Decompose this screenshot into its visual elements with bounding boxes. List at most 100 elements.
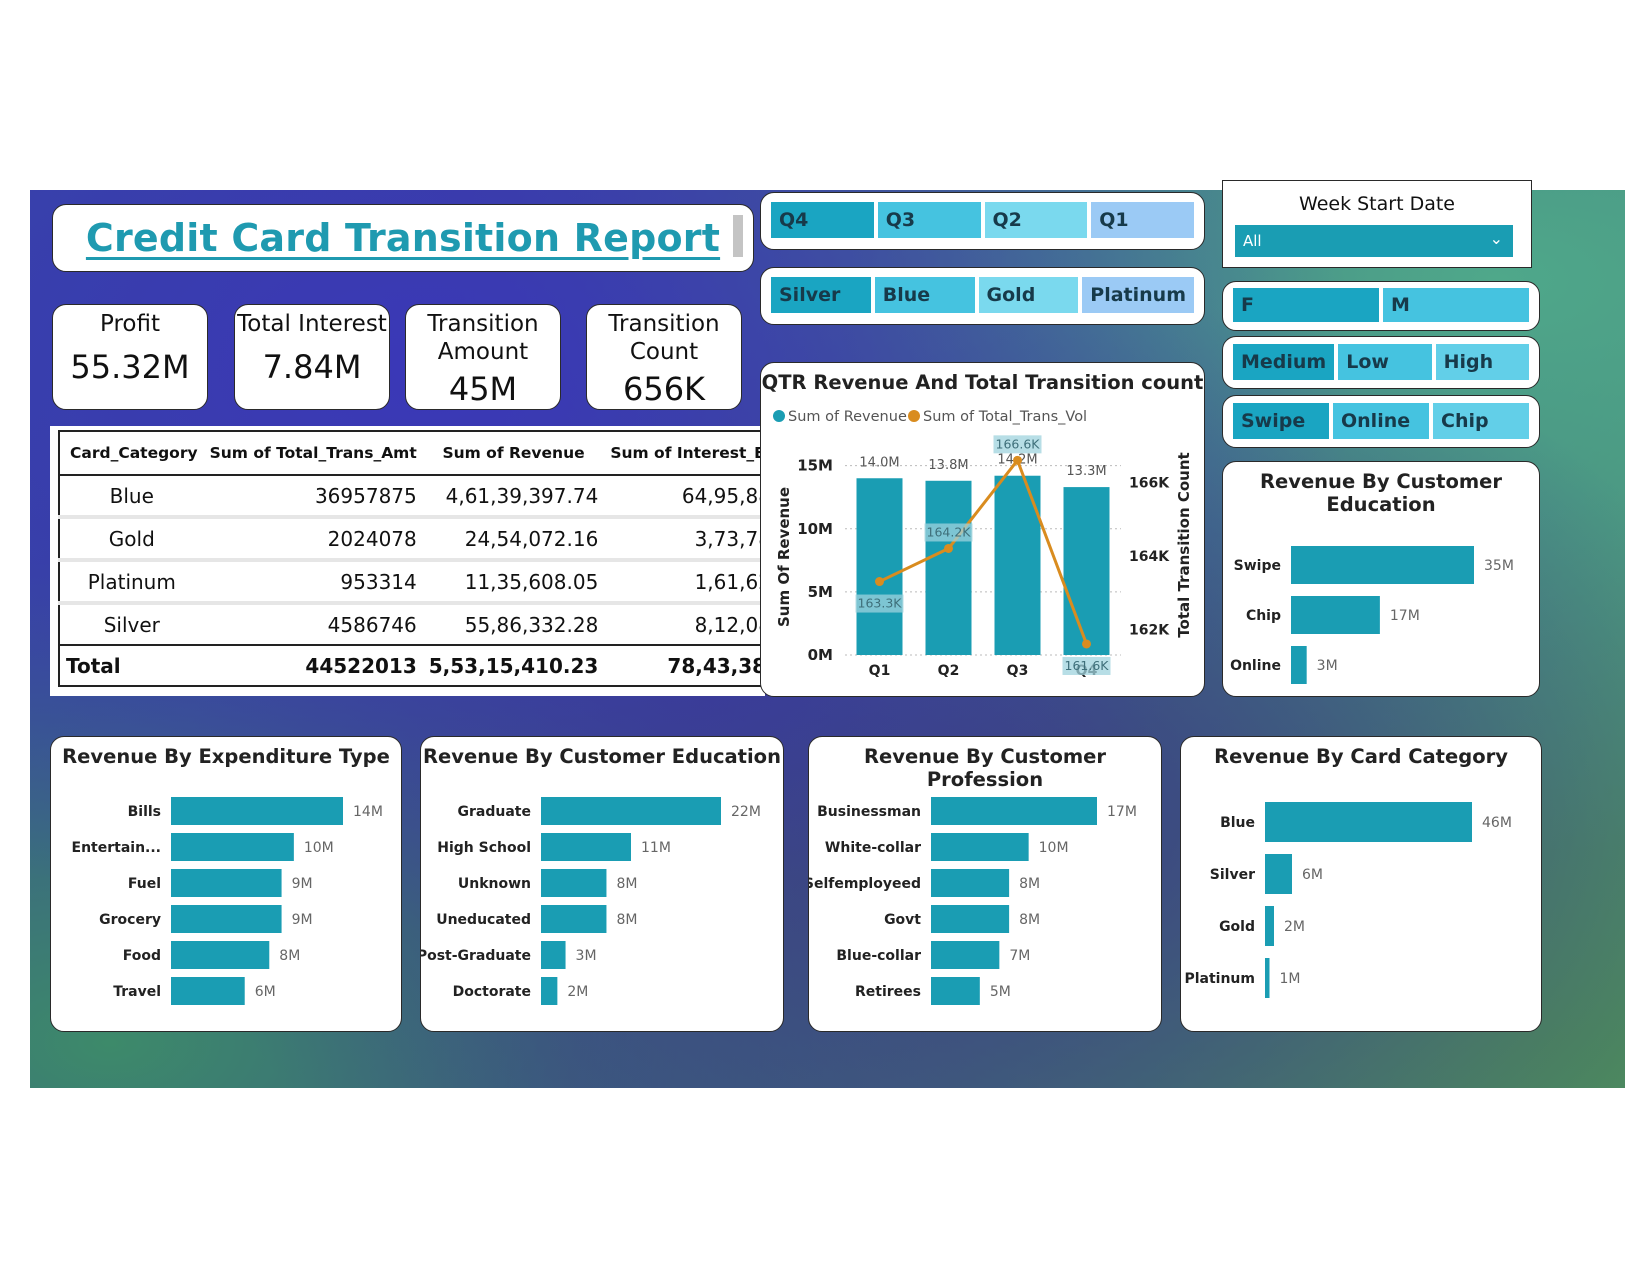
revenue-by-profession-card: Revenue By Customer Profession Businessm… xyxy=(808,736,1162,1032)
line-point xyxy=(875,577,884,587)
line-data-label: 166.6K xyxy=(996,436,1041,451)
slicer-q1[interactable]: Q1 xyxy=(1091,202,1194,238)
title-card: Credit Card Transition Report xyxy=(52,204,754,272)
data-label: 11M xyxy=(641,840,671,856)
kpi-label: Total Interest xyxy=(237,311,387,337)
x-tick-label: Q2 xyxy=(938,663,960,679)
line-series xyxy=(878,457,1088,645)
line-data-label: 163.3K xyxy=(858,596,903,611)
data-label: 3M xyxy=(576,948,597,964)
data-label: 7M xyxy=(1009,948,1030,964)
revenue-by-channel-chart: Swipe 35M Chip 17M Online 3M xyxy=(1230,546,1514,684)
data-label: 10M xyxy=(304,840,334,856)
card-category-slicer: Silver Blue Gold Platinum xyxy=(760,267,1205,325)
bar xyxy=(171,869,282,897)
data-label: 3M xyxy=(1317,658,1338,674)
cell-revenue: 24,54,072.16 xyxy=(464,526,599,551)
slicer-channel-swipe[interactable]: Swipe xyxy=(1233,403,1329,439)
kpi-label: Transition Amount xyxy=(427,311,539,365)
bar-data-label: 14.0M xyxy=(859,455,899,470)
data-label: 35M xyxy=(1484,558,1514,574)
chart-title: QTR Revenue And Total Transition count xyxy=(761,371,1204,394)
category-label: Entertain... xyxy=(72,840,161,856)
kpi-label: Profit xyxy=(100,311,160,337)
slicer-silver[interactable]: Silver xyxy=(771,277,871,313)
slicer-income-medium[interactable]: Medium xyxy=(1233,344,1335,380)
cell-total-revenue: 5,53,15,410.23 xyxy=(428,653,599,678)
category-label: Platinum xyxy=(1184,971,1255,987)
category-label: Graduate xyxy=(458,804,531,820)
col-header[interactable]: Sum of Total_Trans_Amt xyxy=(204,431,423,475)
slicer-q3[interactable]: Q3 xyxy=(877,202,981,238)
data-label: 8M xyxy=(616,912,637,928)
line-data-label: 161.6K xyxy=(1065,658,1110,673)
bar-data-label: 13.3M xyxy=(1066,464,1106,479)
cell-category: Platinum xyxy=(87,569,176,594)
data-label: 5M xyxy=(990,984,1011,1000)
col-header[interactable]: Sum of Revenue xyxy=(423,431,605,475)
category-label: Govt xyxy=(884,912,921,928)
scrollbar-handle[interactable] xyxy=(733,215,743,257)
bar-data-label: 13.8M xyxy=(928,458,968,473)
kpi-total-interest: Total Interest 7.84M xyxy=(234,304,390,410)
bar xyxy=(931,833,1029,861)
category-label: Doctorate xyxy=(453,984,531,1000)
bar xyxy=(1265,802,1472,842)
week-start-slicer: Week Start Date All ⌄ xyxy=(1222,180,1532,268)
slicer-channel-online[interactable]: Online xyxy=(1333,403,1429,439)
category-label: Blue-collar xyxy=(836,948,921,964)
bar xyxy=(1291,646,1307,684)
bar xyxy=(931,797,1097,825)
slicer-income-low[interactable]: Low xyxy=(1338,344,1432,380)
slicer-gender-f[interactable]: F xyxy=(1233,288,1379,322)
cell-total-label: Total xyxy=(66,653,121,678)
bar xyxy=(1265,906,1274,946)
slicer-gold[interactable]: Gold xyxy=(978,277,1079,313)
slicer-platinum[interactable]: Platinum xyxy=(1082,277,1195,313)
slicer-blue[interactable]: Blue xyxy=(874,277,975,313)
cell-trans-amt: 4586746 xyxy=(327,612,417,637)
kpi-label: Transition Count xyxy=(608,311,720,365)
y2-tick-label: 166K xyxy=(1129,475,1170,491)
table-total-row: Total 44522013 5,53,15,410.23 78,43,382.… xyxy=(59,645,825,686)
category-label: Blue xyxy=(1220,815,1255,831)
chevron-down-icon: ⌄ xyxy=(1489,229,1503,248)
data-label: 8M xyxy=(1019,876,1040,892)
data-label: 22M xyxy=(731,804,761,820)
slicer-channel-chip[interactable]: Chip xyxy=(1433,403,1529,439)
table-row: Silver 4586746 55,86,332.28 8,12,081.28 xyxy=(59,603,824,645)
revenue-by-customer-education-channel-card: Revenue By Customer Education Swipe 35M Ch… xyxy=(1222,461,1540,697)
y2-tick-label: 164K xyxy=(1129,549,1170,565)
channel-slicer: Swipe Online Chip xyxy=(1222,395,1540,448)
revenue-by-card-category-card: Revenue By Card Category Blue 46M Silver 6M… xyxy=(1180,736,1542,1032)
data-label: 14M xyxy=(353,804,383,820)
category-label: Swipe xyxy=(1234,558,1281,574)
category-label: Uneducated xyxy=(436,912,531,928)
slicer-gender-m[interactable]: M xyxy=(1383,288,1529,322)
data-label: 1M xyxy=(1280,971,1301,987)
category-label: Businessman xyxy=(817,804,921,820)
cell-revenue: 4,61,39,397.74 xyxy=(445,483,599,508)
data-label: 17M xyxy=(1390,608,1420,624)
data-label: 8M xyxy=(616,876,637,892)
bar xyxy=(541,977,558,1005)
bar xyxy=(1291,596,1380,634)
qtr-revenue-chart-card: QTR Revenue And Total Transition count S… xyxy=(760,362,1205,697)
chart-title: Revenue By Customer Education xyxy=(423,745,781,768)
week-start-dropdown[interactable]: All ⌄ xyxy=(1235,225,1513,257)
slicer-q2[interactable]: Q2 xyxy=(984,202,1088,238)
category-label: Bills xyxy=(128,804,161,820)
y2-axis-title: Total Transition Count xyxy=(1175,452,1193,637)
slicer-income-high[interactable]: High xyxy=(1435,344,1530,380)
line-point xyxy=(944,543,953,553)
bar xyxy=(1291,546,1474,584)
category-label: Retirees xyxy=(855,984,921,1000)
bar xyxy=(1265,854,1292,894)
bar xyxy=(171,797,343,825)
revenue-by-card-category-chart: Blue 46M Silver 6M Gold 2M Platinum 1M xyxy=(1184,802,1512,998)
kpi-profit: Profit 55.32M xyxy=(52,304,208,410)
kpi-value: 656K xyxy=(622,370,706,408)
col-header[interactable]: Card_Category xyxy=(59,431,204,475)
table-row: Blue 36957875 4,61,39,397.74 64,95,887.7… xyxy=(59,475,825,517)
slicer-q4[interactable]: Q4 xyxy=(771,202,874,238)
